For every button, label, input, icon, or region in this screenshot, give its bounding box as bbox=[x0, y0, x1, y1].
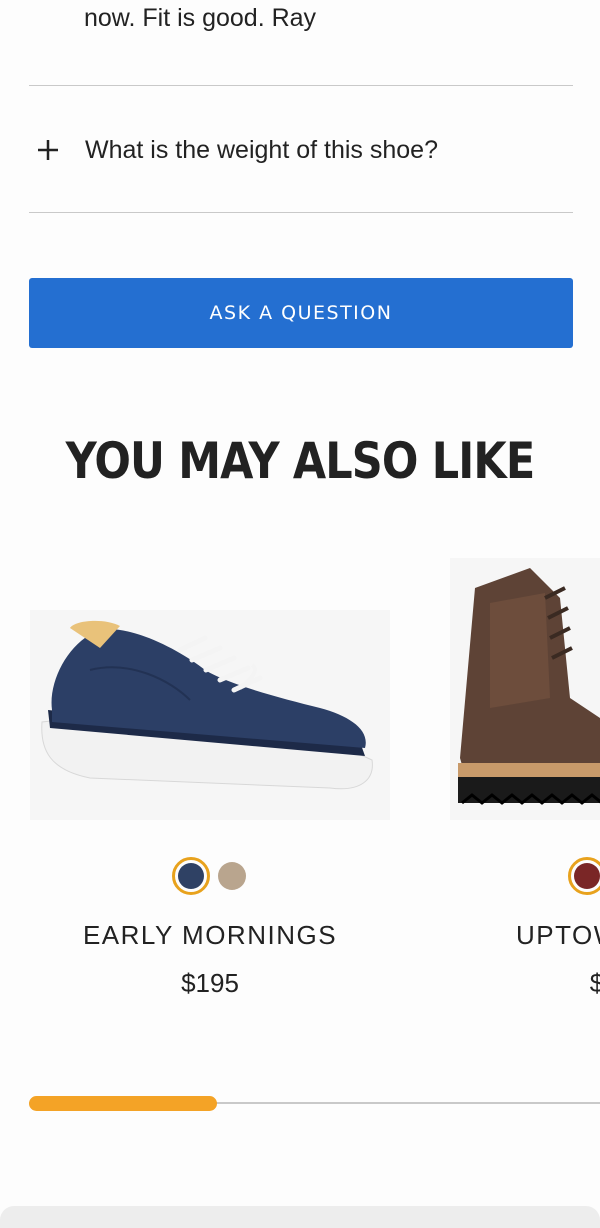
product-price: $ bbox=[589, 968, 600, 998]
swatch-burgundy[interactable] bbox=[568, 857, 600, 895]
product-card-uptown[interactable]: UPTOWN $ bbox=[450, 540, 600, 1020]
ask-question-button[interactable]: ASK A QUESTION bbox=[29, 278, 573, 348]
product-image-boot[interactable] bbox=[450, 558, 600, 820]
faq-question: What is the weight of this shoe? bbox=[85, 135, 438, 164]
color-swatches bbox=[172, 857, 246, 895]
review-text-tail: now. Fit is good. Ray bbox=[84, 4, 317, 32]
product-carousel[interactable]: EARLY MORNINGS $195 UPTOWN $ bbox=[0, 540, 600, 1040]
swatch-taupe[interactable] bbox=[218, 862, 246, 890]
product-name[interactable]: EARLY MORNINGS bbox=[30, 920, 390, 951]
faq-divider-bottom bbox=[29, 212, 573, 213]
product-price: $195 bbox=[181, 968, 239, 998]
color-swatches bbox=[568, 857, 600, 895]
faq-divider-top bbox=[29, 85, 573, 86]
faq-item-weight[interactable]: What is the weight of this shoe? bbox=[29, 118, 573, 182]
product-name[interactable]: UPTOWN bbox=[398, 920, 600, 951]
swatch-navy[interactable] bbox=[172, 857, 210, 895]
product-image-sneaker[interactable] bbox=[30, 610, 390, 820]
recommendations-title: YOU MAY ALSO LIKE bbox=[65, 432, 536, 490]
product-card-early-mornings[interactable]: EARLY MORNINGS $195 bbox=[30, 540, 390, 1020]
bottom-bar bbox=[0, 1206, 600, 1228]
plus-icon bbox=[37, 130, 77, 170]
carousel-progress-fill[interactable] bbox=[29, 1096, 217, 1111]
